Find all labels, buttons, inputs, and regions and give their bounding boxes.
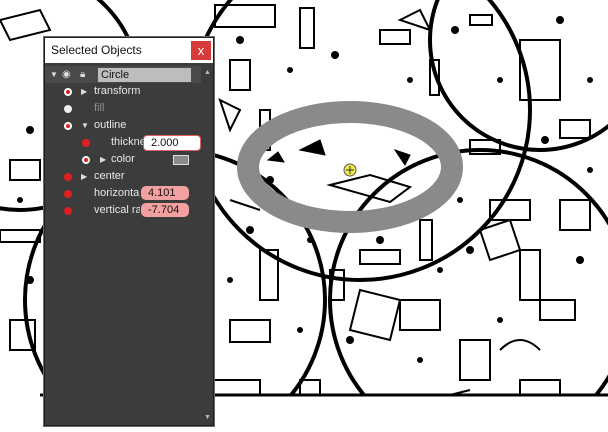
tree-row-center[interactable]: ▶ center [45,168,201,185]
scroll-down-icon[interactable]: ▼ [204,414,211,421]
thickness-input[interactable]: 2.000 [143,135,201,151]
expand-arrow-icon[interactable]: ▼ [50,66,58,83]
scrollbar[interactable]: ▲ ▼ [201,63,213,425]
row-label: outline [94,119,127,131]
row-label: transform [94,85,141,97]
row-label: center [94,170,125,182]
panel-titlebar[interactable]: Selected Objects x [45,38,213,63]
property-tree: ▼ ◉ 🔒︎ Circle ▶ transform fill ▼ outline… [45,63,201,425]
visibility-eye-icon[interactable]: ◉ [62,66,71,83]
keyframe-dot-icon[interactable] [64,122,72,130]
keyframe-dot-icon[interactable] [64,88,72,96]
keyframe-dot-icon[interactable] [64,173,72,181]
row-label: color [111,153,135,165]
row-label: fill [94,102,105,114]
keyframe-dot-icon[interactable] [64,105,72,113]
tree-row-horizontal-radius[interactable]: horizonta 4.101 [45,185,201,202]
object-name-field[interactable]: Circle [98,68,191,82]
row-label: vertical ra [94,204,140,216]
collapse-arrow-icon[interactable]: ▼ [81,117,89,134]
tree-row-color[interactable]: ▶ color [45,151,201,168]
scroll-up-icon[interactable]: ▲ [204,69,211,76]
expand-arrow-icon[interactable]: ▶ [81,168,87,185]
keyframe-dot-icon[interactable] [64,190,72,198]
expand-arrow-icon[interactable]: ▶ [100,151,106,168]
color-swatch[interactable] [173,155,189,165]
close-button[interactable]: x [191,41,211,60]
center-handle-icon [343,163,357,177]
keyframe-dot-icon[interactable] [82,156,90,164]
row-label: horizonta [94,187,140,199]
tree-row-fill[interactable]: fill [45,100,201,117]
horizontal-radius-input[interactable]: 4.101 [141,186,189,200]
tree-row-thickness[interactable]: thickne 2.000 [45,134,201,151]
panel-title: Selected Objects [51,43,142,57]
row-label: thickne [111,136,143,148]
lock-icon[interactable]: 🔒︎ [80,66,85,83]
tree-row-vertical-radius[interactable]: vertical ra -7.704 [45,202,201,219]
selected-objects-panel: Selected Objects x ▼ ◉ 🔒︎ Circle ▶ trans… [44,37,214,426]
tree-row-object[interactable]: ▼ ◉ 🔒︎ Circle [45,66,201,83]
tree-row-outline[interactable]: ▼ outline [45,117,201,134]
vertical-radius-input[interactable]: -7.704 [141,203,189,217]
tree-row-transform[interactable]: ▶ transform [45,83,201,100]
keyframe-dot-icon[interactable] [64,207,72,215]
expand-arrow-icon[interactable]: ▶ [81,83,87,100]
keyframe-dot-icon[interactable] [82,139,90,147]
